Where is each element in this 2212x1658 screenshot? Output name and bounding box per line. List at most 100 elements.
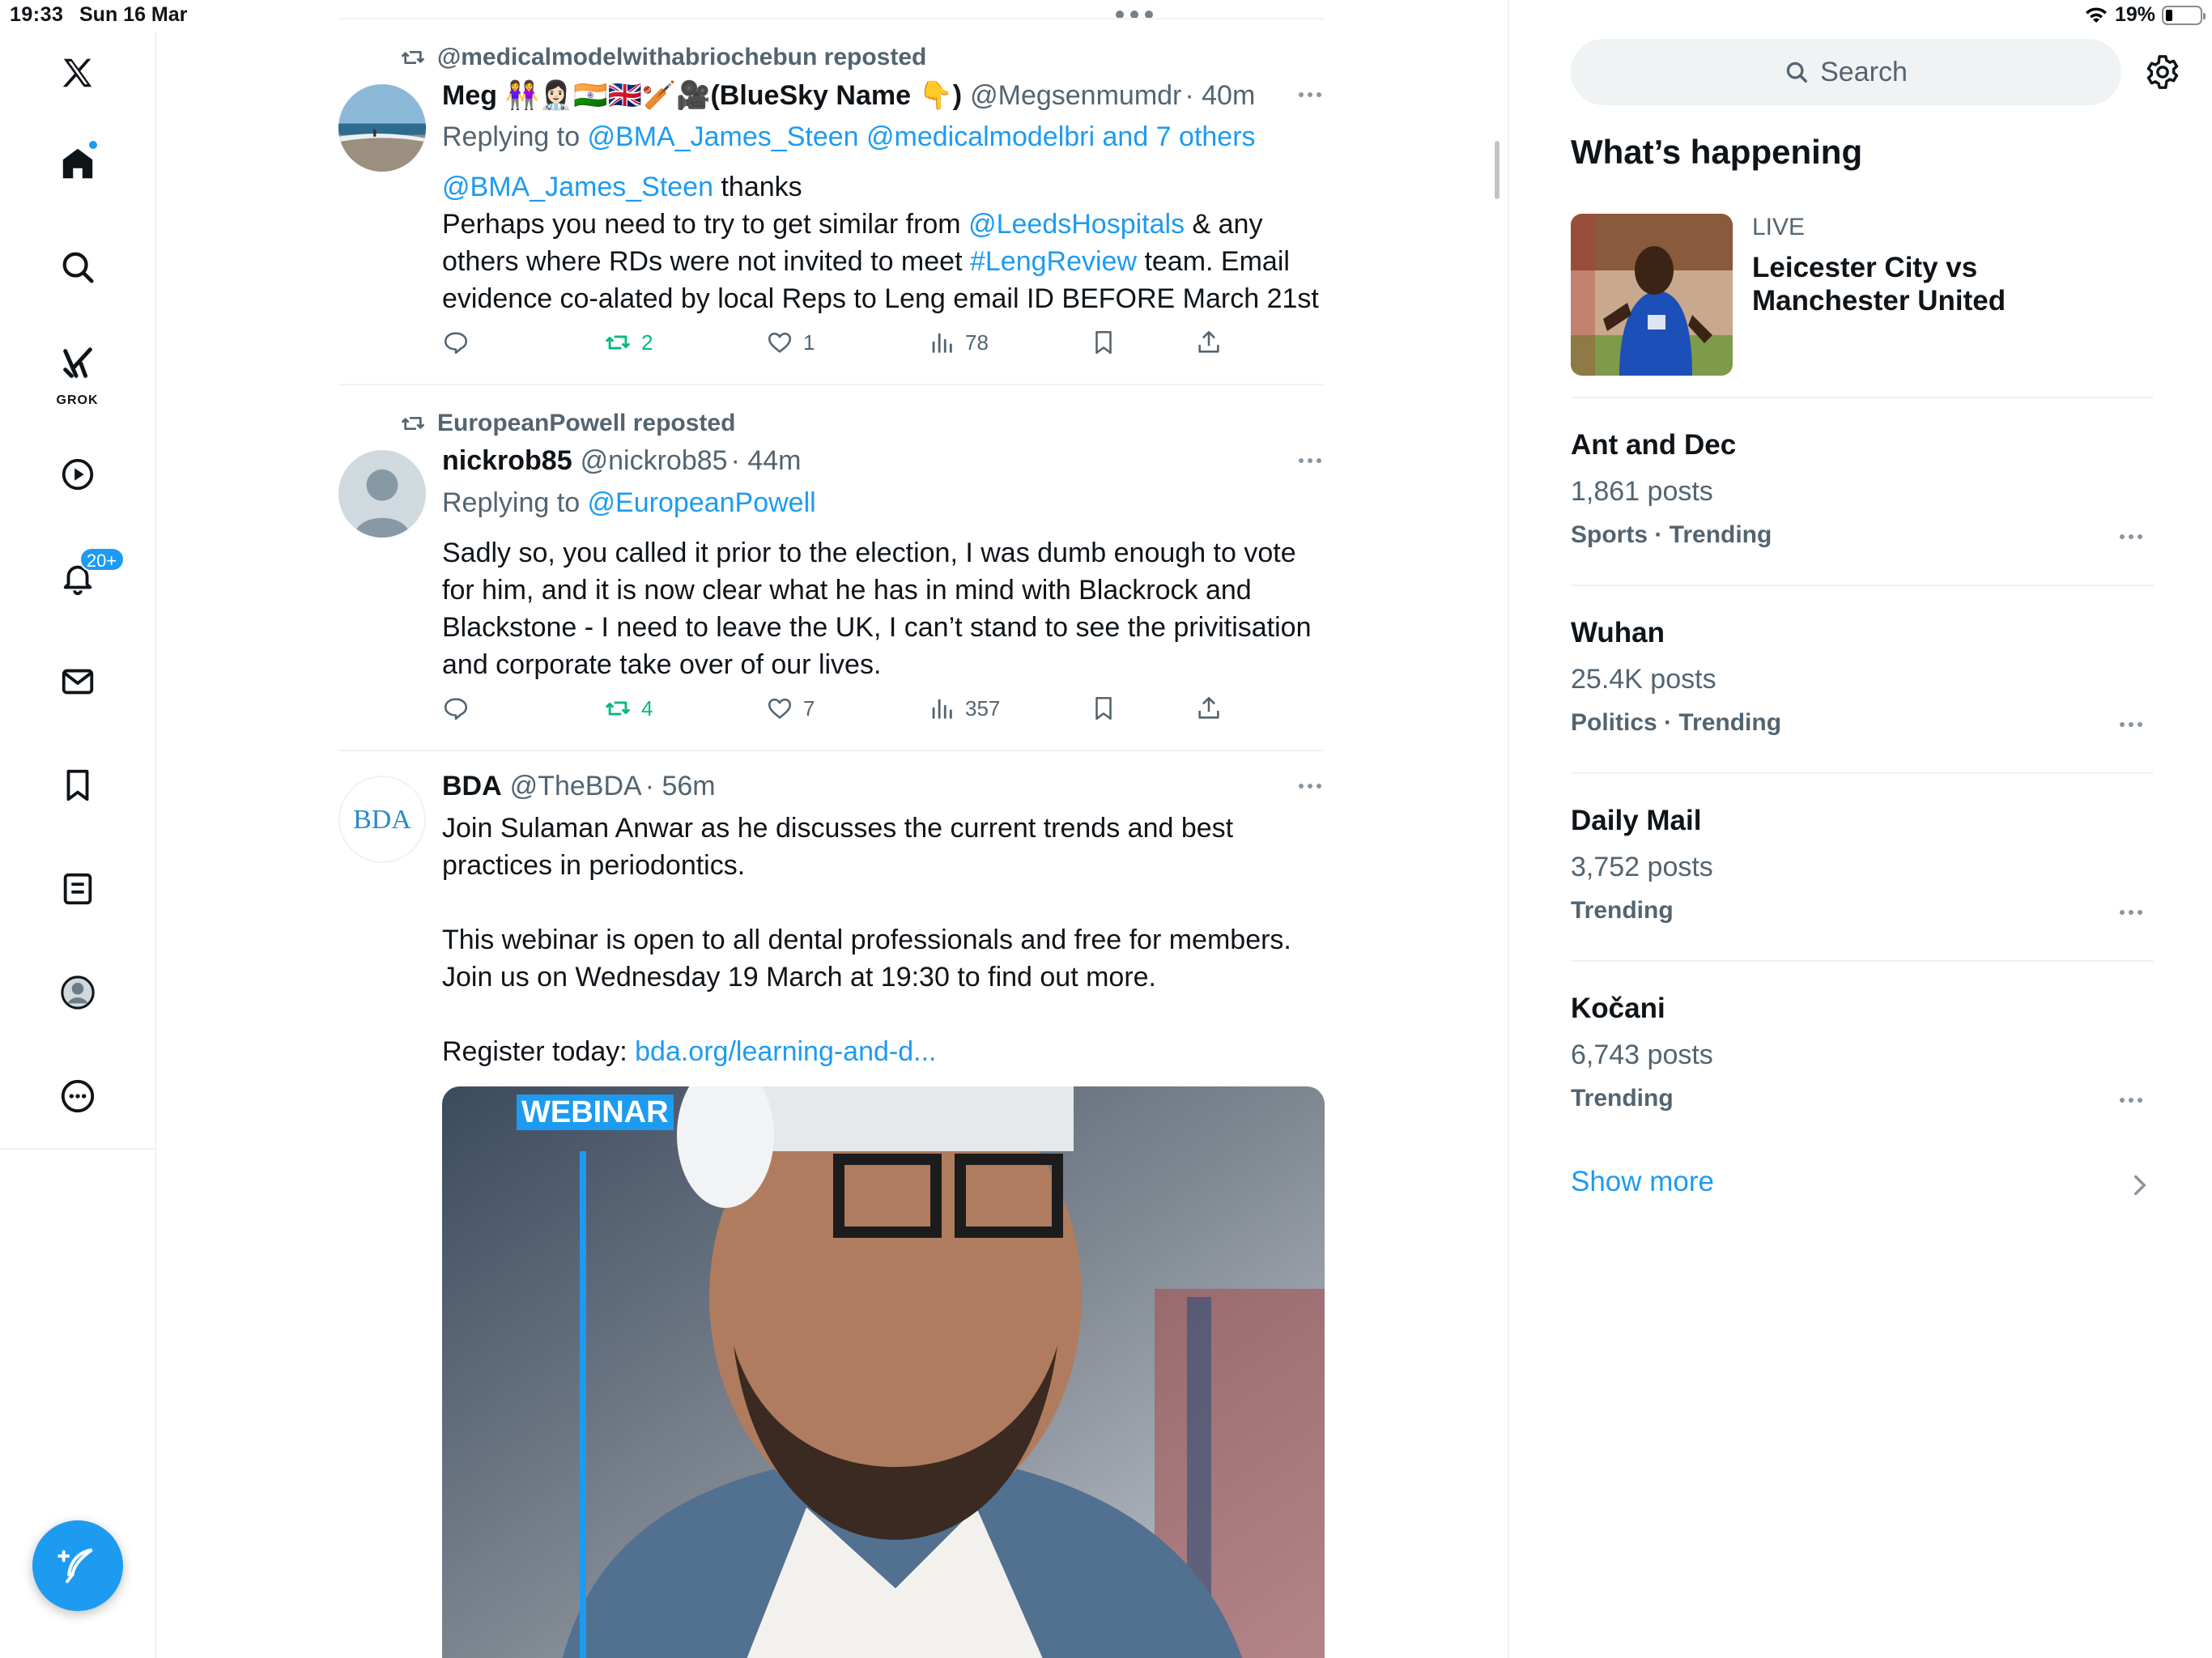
x-logo-icon[interactable] — [39, 34, 117, 112]
display-name[interactable]: nickrob85 — [442, 445, 572, 477]
nav-messages[interactable] — [39, 643, 117, 721]
tweet[interactable]: @medicalmodelwithabriochebun reposted Me… — [338, 19, 1325, 385]
trend-title: Daily Mail — [1571, 805, 1702, 836]
views-button[interactable]: 78 — [928, 329, 989, 356]
replying-to: Replying to @EuropeanPowell — [442, 487, 816, 519]
reply-button[interactable] — [442, 329, 470, 356]
heart-icon — [768, 698, 792, 719]
nav-explore[interactable] — [39, 228, 117, 306]
trend-more-icon[interactable] — [2120, 534, 2142, 539]
trend-category: Politics · Trending — [1571, 709, 1782, 736]
avatar[interactable] — [338, 450, 426, 538]
home-unread-dot — [87, 139, 99, 151]
share-button[interactable] — [1195, 695, 1223, 722]
timestamp[interactable]: · 44m — [731, 445, 802, 477]
like-button[interactable]: 7 — [766, 695, 815, 722]
mention-link[interactable]: @LeedsHospitals — [968, 209, 1185, 240]
search-placeholder: Search — [1820, 56, 1908, 87]
trend-item[interactable]: Ant and Dec 1,861 posts Sports · Trendin… — [1571, 429, 2154, 615]
avatar[interactable]: BDA — [338, 776, 426, 863]
scrollbar[interactable] — [1495, 141, 1499, 199]
views-button[interactable]: 357 — [928, 695, 1000, 722]
search-bar[interactable]: Search — [1571, 39, 2121, 105]
wifi-icon — [2085, 6, 2107, 23]
show-more-label: Show more — [1571, 1166, 1715, 1197]
column-divider — [1508, 0, 1509, 1658]
tweet-text: Sadly so, you called it prior to the ele… — [442, 538, 1312, 680]
avatar[interactable] — [338, 84, 426, 172]
reply-button[interactable] — [442, 695, 470, 722]
timestamp[interactable]: · 56m — [645, 771, 716, 802]
bookmark-button[interactable] — [1090, 329, 1117, 356]
more-options-icon[interactable] — [1299, 784, 1321, 789]
more-options-icon[interactable] — [1299, 92, 1321, 97]
mail-icon — [62, 669, 93, 695]
trend-post-count: 3,752 posts — [1571, 852, 1713, 882]
webinar-video-media[interactable]: WEBINAR — [442, 1086, 1325, 1658]
trend-post-count: 1,861 posts — [1571, 476, 1713, 507]
search-icon — [1786, 62, 1808, 83]
replying-to-link[interactable]: @EuropeanPowell — [588, 487, 816, 518]
repost-context: EuropeanPowell reposted — [400, 410, 735, 437]
trend-item[interactable]: Kočani 6,743 posts Trending — [1571, 993, 2154, 1179]
replying-to-link[interactable]: @BMA_James_Steen @medicalmodelbri and 7 … — [588, 121, 1256, 152]
list-icon — [63, 873, 91, 905]
compose-button[interactable] — [32, 1520, 123, 1611]
display-name[interactable]: Meg 👭👩🏻‍⚕️🇮🇳🇬🇧🏏🎥(BlueSky Name 👇) — [442, 79, 962, 112]
register-link[interactable]: bda.org/learning-and-d... — [635, 1036, 936, 1067]
like-button[interactable]: 1 — [766, 329, 815, 356]
trend-item[interactable]: Daily Mail 3,752 posts Trending — [1571, 805, 2154, 991]
trend-more-icon[interactable] — [2120, 722, 2142, 727]
notification-badge: 20+ — [79, 547, 125, 572]
hashtag-link[interactable]: #LengReview — [970, 246, 1137, 277]
trend-category: Trending — [1571, 1085, 1674, 1112]
settings-gear-icon[interactable] — [2144, 53, 2181, 91]
repost-icon — [401, 417, 425, 430]
bookmark-button[interactable] — [1090, 695, 1117, 722]
more-options-icon[interactable] — [1299, 458, 1321, 463]
nav-videos[interactable] — [39, 436, 117, 513]
status-indicators: 19% — [2084, 3, 2206, 27]
trend-divider — [1571, 585, 2154, 586]
user-handle[interactable]: @TheBDA — [510, 771, 642, 802]
chevron-right-icon — [2134, 1175, 2146, 1196]
live-event-card[interactable]: LIVE Leicester City vs Manchester United — [1571, 214, 2154, 397]
bookmark-icon — [1095, 330, 1112, 355]
tweet-actions: 4 7 357 — [442, 695, 1252, 727]
trend-more-icon[interactable] — [2120, 1098, 2142, 1103]
repost-button[interactable]: 4 — [604, 695, 653, 722]
show-more-link[interactable]: Show more — [1571, 1166, 2154, 1206]
display-name[interactable]: BDA — [442, 771, 502, 802]
timestamp[interactable]: · 40m — [1185, 80, 1255, 112]
trend-divider — [1571, 397, 2154, 398]
tweet[interactable]: EuropeanPowell reposted nickrob85 @nickr… — [338, 385, 1325, 751]
like-count: 7 — [803, 695, 815, 721]
user-handle[interactable]: @nickrob85 — [581, 445, 728, 477]
repost-icon — [605, 335, 631, 350]
trend-post-count: 25.4K posts — [1571, 664, 1716, 695]
battery-icon — [2162, 5, 2206, 25]
share-button[interactable] — [1195, 329, 1223, 356]
nav-grok[interactable]: GROK — [39, 332, 117, 410]
repost-button[interactable]: 2 — [604, 329, 653, 356]
nav-home[interactable] — [39, 125, 117, 202]
grok-icon — [62, 347, 92, 378]
trend-more-icon[interactable] — [2120, 910, 2142, 915]
trend-divider — [1571, 772, 2154, 774]
rail-divider — [0, 1148, 156, 1150]
battery-percent: 19% — [2114, 3, 2155, 26]
profile-avatar-icon — [60, 976, 95, 1010]
live-label: LIVE — [1752, 214, 1806, 240]
tweet[interactable]: BDA BDA @TheBDA · 56m Join Sulaman Anwar… — [338, 751, 1325, 1658]
nav-notifications[interactable]: 20+ — [39, 539, 125, 617]
more-circle-icon — [61, 1079, 94, 1113]
grok-label: GROK — [56, 393, 99, 407]
user-handle[interactable]: @Megsenmumdr — [970, 80, 1181, 112]
nav-bookmarks[interactable] — [39, 746, 117, 824]
bookmark-icon — [1095, 696, 1112, 721]
nav-more[interactable] — [39, 1057, 117, 1135]
nav-lists[interactable] — [39, 850, 117, 928]
trend-item[interactable]: Wuhan 25.4K posts Politics · Trending — [1571, 617, 2154, 803]
mention-link[interactable]: @BMA_James_Steen — [442, 172, 713, 202]
nav-profile[interactable] — [39, 954, 117, 1031]
